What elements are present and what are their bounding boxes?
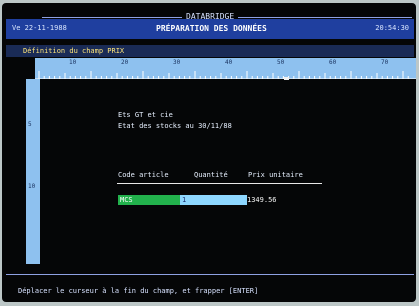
field-definition-bar: Définition du champ PRIX [6,45,414,57]
terminal-screen: DATABRIDGE Ve 22-11-1988 PRÉPARATION DES… [2,3,416,302]
date-label: Ve 22-11-1988 [12,24,67,32]
vertical-ruler-number: 5 [28,121,32,128]
field-definition-label: Définition du champ PRIX [23,47,125,55]
status-separator [6,274,414,275]
time-label: 20:54:30 [375,24,409,32]
status-message: Déplacer le curseur à la fin du champ, e… [18,287,259,295]
code-article-header: Code article [118,171,169,179]
vertical-ruler-number: 10 [28,183,36,190]
cursor-marker [284,77,289,80]
window-title: PRÉPARATION DES DONNÉES [156,24,267,33]
ruler-number: 40 [225,59,233,66]
unit-price-header: Prix unitaire [248,171,303,179]
code-cell[interactable]: MCS [118,195,180,205]
table-header-rule [117,183,322,184]
ruler-number: 10 [69,59,77,66]
quantity-value: 1 [182,196,187,204]
vertical-ruler: 5 10 [26,79,40,264]
ruler-number: 30 [173,59,181,66]
ruler-number: 70 [381,59,389,66]
ruler-number: 60 [329,59,337,66]
ruler-ticks [35,71,416,79]
code-value: MCS [120,196,133,204]
ruler-number: 20 [121,59,129,66]
title-bar: Ve 22-11-1988 PRÉPARATION DES DONNÉES 20… [6,19,414,39]
company-name: Ets GT et cie [118,111,173,119]
quantity-header: Quantité [194,171,228,179]
quantity-cell[interactable]: 1 [180,195,247,205]
horizontal-ruler: 10 20 30 40 50 60 70 [35,58,416,79]
ruler-number: 50 [277,59,285,66]
price-field[interactable]: 1349.56 [247,196,277,204]
report-title: Etat des stocks au 30/11/88 [118,122,232,130]
